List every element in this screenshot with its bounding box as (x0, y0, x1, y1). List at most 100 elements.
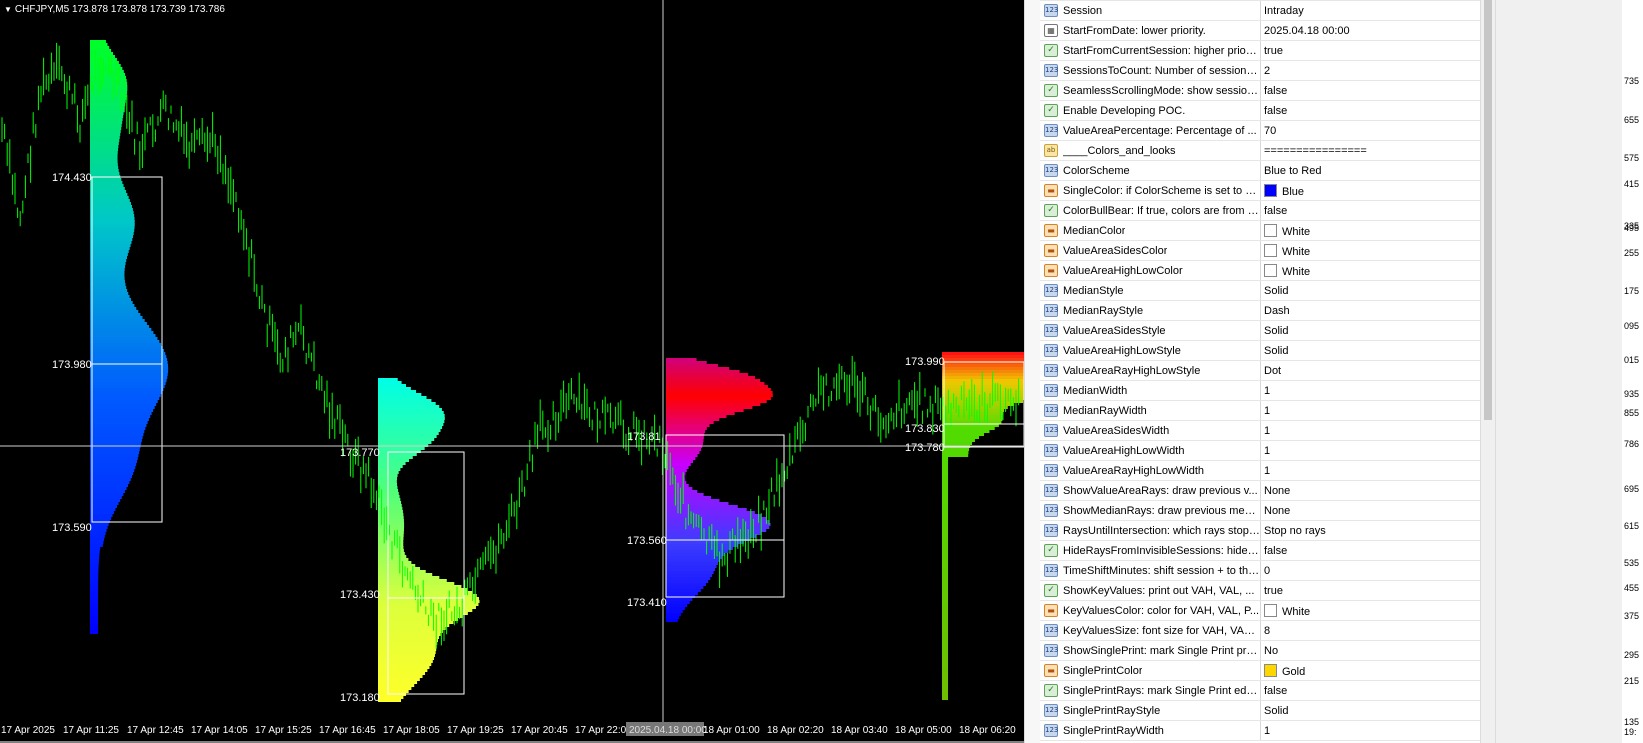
property-value-cell[interactable]: Dash (1260, 300, 1480, 321)
property-row[interactable]: ▬ SinglePrintColor Gold (1040, 660, 1480, 681)
property-name-cell[interactable]: ▬ SingleColor: if ColorScheme is set to S… (1040, 180, 1261, 201)
property-value-cell[interactable]: 1 (1260, 420, 1480, 441)
property-row[interactable]: 123 ShowSinglePrint: mark Single Print pr… (1040, 640, 1480, 661)
property-row[interactable]: 123 ValueAreaHighLowStyle Solid (1040, 340, 1480, 361)
property-value-cell[interactable]: 1 (1260, 380, 1480, 401)
property-value-cell[interactable]: false (1260, 540, 1480, 561)
property-value-cell[interactable]: White (1260, 240, 1480, 261)
property-row[interactable]: 123 ValueAreaPercentage: Percentage of ..… (1040, 120, 1480, 141)
property-name-cell[interactable]: 123 ValueAreaPercentage: Percentage of ..… (1040, 120, 1261, 141)
property-row[interactable]: ✓ HideRaysFromInvisibleSessions: hide r..… (1040, 540, 1480, 561)
property-row[interactable]: 123 SinglePrintRayWidth 1 (1040, 720, 1480, 741)
property-value-cell[interactable]: 8 (1260, 620, 1480, 641)
price-chart[interactable]: 174.430 173.980 173.590 173.770 173.430 173.1… (0, 0, 1024, 743)
property-name-cell[interactable]: ✓ StartFromCurrentSession: higher priorit… (1040, 40, 1261, 61)
property-value-cell[interactable]: Blue (1260, 180, 1480, 201)
property-name-cell[interactable]: 123 ValueAreaHighLowWidth (1040, 440, 1261, 461)
property-name-cell[interactable]: ▬ ValueAreaHighLowColor (1040, 260, 1261, 281)
property-value-cell[interactable]: 0 (1260, 560, 1480, 581)
property-name-cell[interactable]: 123 SessionsToCount: Number of sessions .… (1040, 60, 1261, 81)
property-value-cell[interactable]: No (1260, 640, 1480, 661)
property-value-cell[interactable]: White (1260, 600, 1480, 621)
property-row[interactable]: 123 ValueAreaSidesStyle Solid (1040, 320, 1480, 341)
collapse-triangle-icon[interactable]: ▼ (4, 5, 12, 14)
property-row[interactable]: 123 RaysUntilIntersection: which rays sto… (1040, 520, 1480, 541)
property-name-cell[interactable]: 123 TimeShiftMinutes: shift session + to … (1040, 560, 1261, 581)
scrollbar-thumb[interactable] (1484, 0, 1492, 420)
panel-splitter[interactable] (1024, 0, 1041, 743)
property-name-cell[interactable]: 123 ColorScheme (1040, 160, 1261, 181)
chart-canvas[interactable]: 174.430 173.980 173.590 173.770 173.430 173.1… (0, 0, 1024, 743)
property-row[interactable]: ✓ StartFromCurrentSession: higher priorit… (1040, 40, 1480, 61)
property-name-cell[interactable]: 123 SinglePrintRayWidth (1040, 720, 1261, 741)
property-name-cell[interactable]: ▦ StartFromDate: lower priority. (1040, 20, 1261, 41)
property-value-cell[interactable]: Solid (1260, 700, 1480, 721)
property-name-cell[interactable]: 123 MedianWidth (1040, 380, 1261, 401)
property-name-cell[interactable]: ▬ SinglePrintColor (1040, 660, 1261, 681)
property-value-cell[interactable]: 2 (1260, 60, 1480, 81)
property-row[interactable]: 123 KeyValuesSize: font size for VAH, VAL… (1040, 620, 1480, 641)
property-value-cell[interactable]: White (1260, 220, 1480, 241)
property-name-cell[interactable]: 123 ValueAreaRayHighLowWidth (1040, 460, 1261, 481)
property-value-cell[interactable]: false (1260, 100, 1480, 121)
property-value-cell[interactable]: Solid (1260, 320, 1480, 341)
property-row[interactable]: 123 SinglePrintRayStyle Solid (1040, 700, 1480, 721)
property-value-cell[interactable]: Dot (1260, 360, 1480, 381)
property-value-cell[interactable]: None (1260, 480, 1480, 501)
property-value-cell[interactable]: 1 (1260, 400, 1480, 421)
property-name-cell[interactable]: ▬ ValueAreaSidesColor (1040, 240, 1261, 261)
property-value-cell[interactable]: White (1260, 260, 1480, 281)
property-value-cell[interactable]: false (1260, 80, 1480, 101)
property-name-cell[interactable]: ✓ ColorBullBear: If true, colors are from… (1040, 200, 1261, 221)
property-name-cell[interactable]: 123 ValueAreaHighLowStyle (1040, 340, 1261, 361)
property-name-cell[interactable]: ✓ SinglePrintRays: mark Single Print edg.… (1040, 680, 1261, 701)
property-row[interactable]: 123 ShowValueAreaRays: draw previous v...… (1040, 480, 1480, 501)
property-name-cell[interactable]: 123 ValueAreaSidesWidth (1040, 420, 1261, 441)
property-value-cell[interactable]: Gold (1260, 660, 1480, 681)
property-value-cell[interactable]: 1 (1260, 440, 1480, 461)
property-row[interactable]: 123 Session Intraday (1040, 0, 1480, 21)
property-row[interactable]: ✓ Enable Developing POC. false (1040, 100, 1480, 121)
property-name-cell[interactable]: 123 ShowMedianRays: draw previous medi... (1040, 500, 1261, 521)
property-row[interactable]: ▦ StartFromDate: lower priority. 2025.04.1… (1040, 20, 1480, 41)
property-value-cell[interactable]: Intraday (1260, 0, 1480, 21)
property-name-cell[interactable]: 123 ValueAreaSidesStyle (1040, 320, 1261, 341)
property-row[interactable]: 123 ValueAreaRayHighLowWidth 1 (1040, 460, 1480, 481)
property-row[interactable]: ▬ MedianColor White (1040, 220, 1480, 241)
property-row[interactable]: ✓ ColorBullBear: If true, colors are from… (1040, 200, 1480, 221)
property-row[interactable]: ▬ KeyValuesColor: color for VAH, VAL, P..… (1040, 600, 1480, 621)
property-name-cell[interactable]: 123 MedianRayStyle (1040, 300, 1261, 321)
property-row[interactable]: 123 SessionsToCount: Number of sessions .… (1040, 60, 1480, 81)
property-row[interactable]: 123 MedianWidth 1 (1040, 380, 1480, 401)
property-name-cell[interactable]: ▬ MedianColor (1040, 220, 1261, 241)
property-name-cell[interactable]: ✓ Enable Developing POC. (1040, 100, 1261, 121)
property-row[interactable]: 123 MedianStyle Solid (1040, 280, 1480, 301)
property-value-cell[interactable]: 1 (1260, 460, 1480, 481)
property-name-cell[interactable]: ▬ KeyValuesColor: color for VAH, VAL, P..… (1040, 600, 1261, 621)
property-row[interactable]: ▬ ValueAreaSidesColor White (1040, 240, 1480, 261)
property-value-cell[interactable]: Solid (1260, 340, 1480, 361)
property-value-cell[interactable]: 1 (1260, 720, 1480, 741)
property-value-cell[interactable]: 70 (1260, 120, 1480, 141)
property-row[interactable]: 123 MedianRayWidth 1 (1040, 400, 1480, 421)
property-row[interactable]: ▬ ValueAreaHighLowColor White (1040, 260, 1480, 281)
property-value-cell[interactable]: ================ (1260, 140, 1480, 161)
property-name-cell[interactable]: 123 MedianStyle (1040, 280, 1261, 301)
property-name-cell[interactable]: 123 SinglePrintRayStyle (1040, 700, 1261, 721)
property-name-cell[interactable]: 123 MedianRayWidth (1040, 400, 1261, 421)
property-name-cell[interactable]: 123 RaysUntilIntersection: which rays sto… (1040, 520, 1261, 541)
property-row[interactable]: 123 TimeShiftMinutes: shift session + to … (1040, 560, 1480, 581)
property-name-cell[interactable]: 123 KeyValuesSize: font size for VAH, VAL… (1040, 620, 1261, 641)
property-value-cell[interactable]: 2025.04.18 00:00 (1260, 20, 1480, 41)
property-value-cell[interactable]: true (1260, 40, 1480, 61)
property-name-cell[interactable]: 123 ShowValueAreaRays: draw previous v... (1040, 480, 1261, 501)
property-value-cell[interactable]: Blue to Red (1260, 160, 1480, 181)
property-name-cell[interactable]: 123 Session (1040, 0, 1261, 21)
property-value-cell[interactable]: true (1260, 580, 1480, 601)
property-row[interactable]: ✓ SeamlessScrollingMode: show session... f… (1040, 80, 1480, 101)
property-row[interactable]: ▬ SingleColor: if ColorScheme is set to S… (1040, 180, 1480, 201)
property-name-cell[interactable]: ✓ ShowKeyValues: print out VAH, VAL, ... (1040, 580, 1261, 601)
property-value-cell[interactable]: None (1260, 500, 1480, 521)
property-row[interactable]: 123 ShowMedianRays: draw previous medi...… (1040, 500, 1480, 521)
property-name-cell[interactable]: 123 ValueAreaRayHighLowStyle (1040, 360, 1261, 381)
